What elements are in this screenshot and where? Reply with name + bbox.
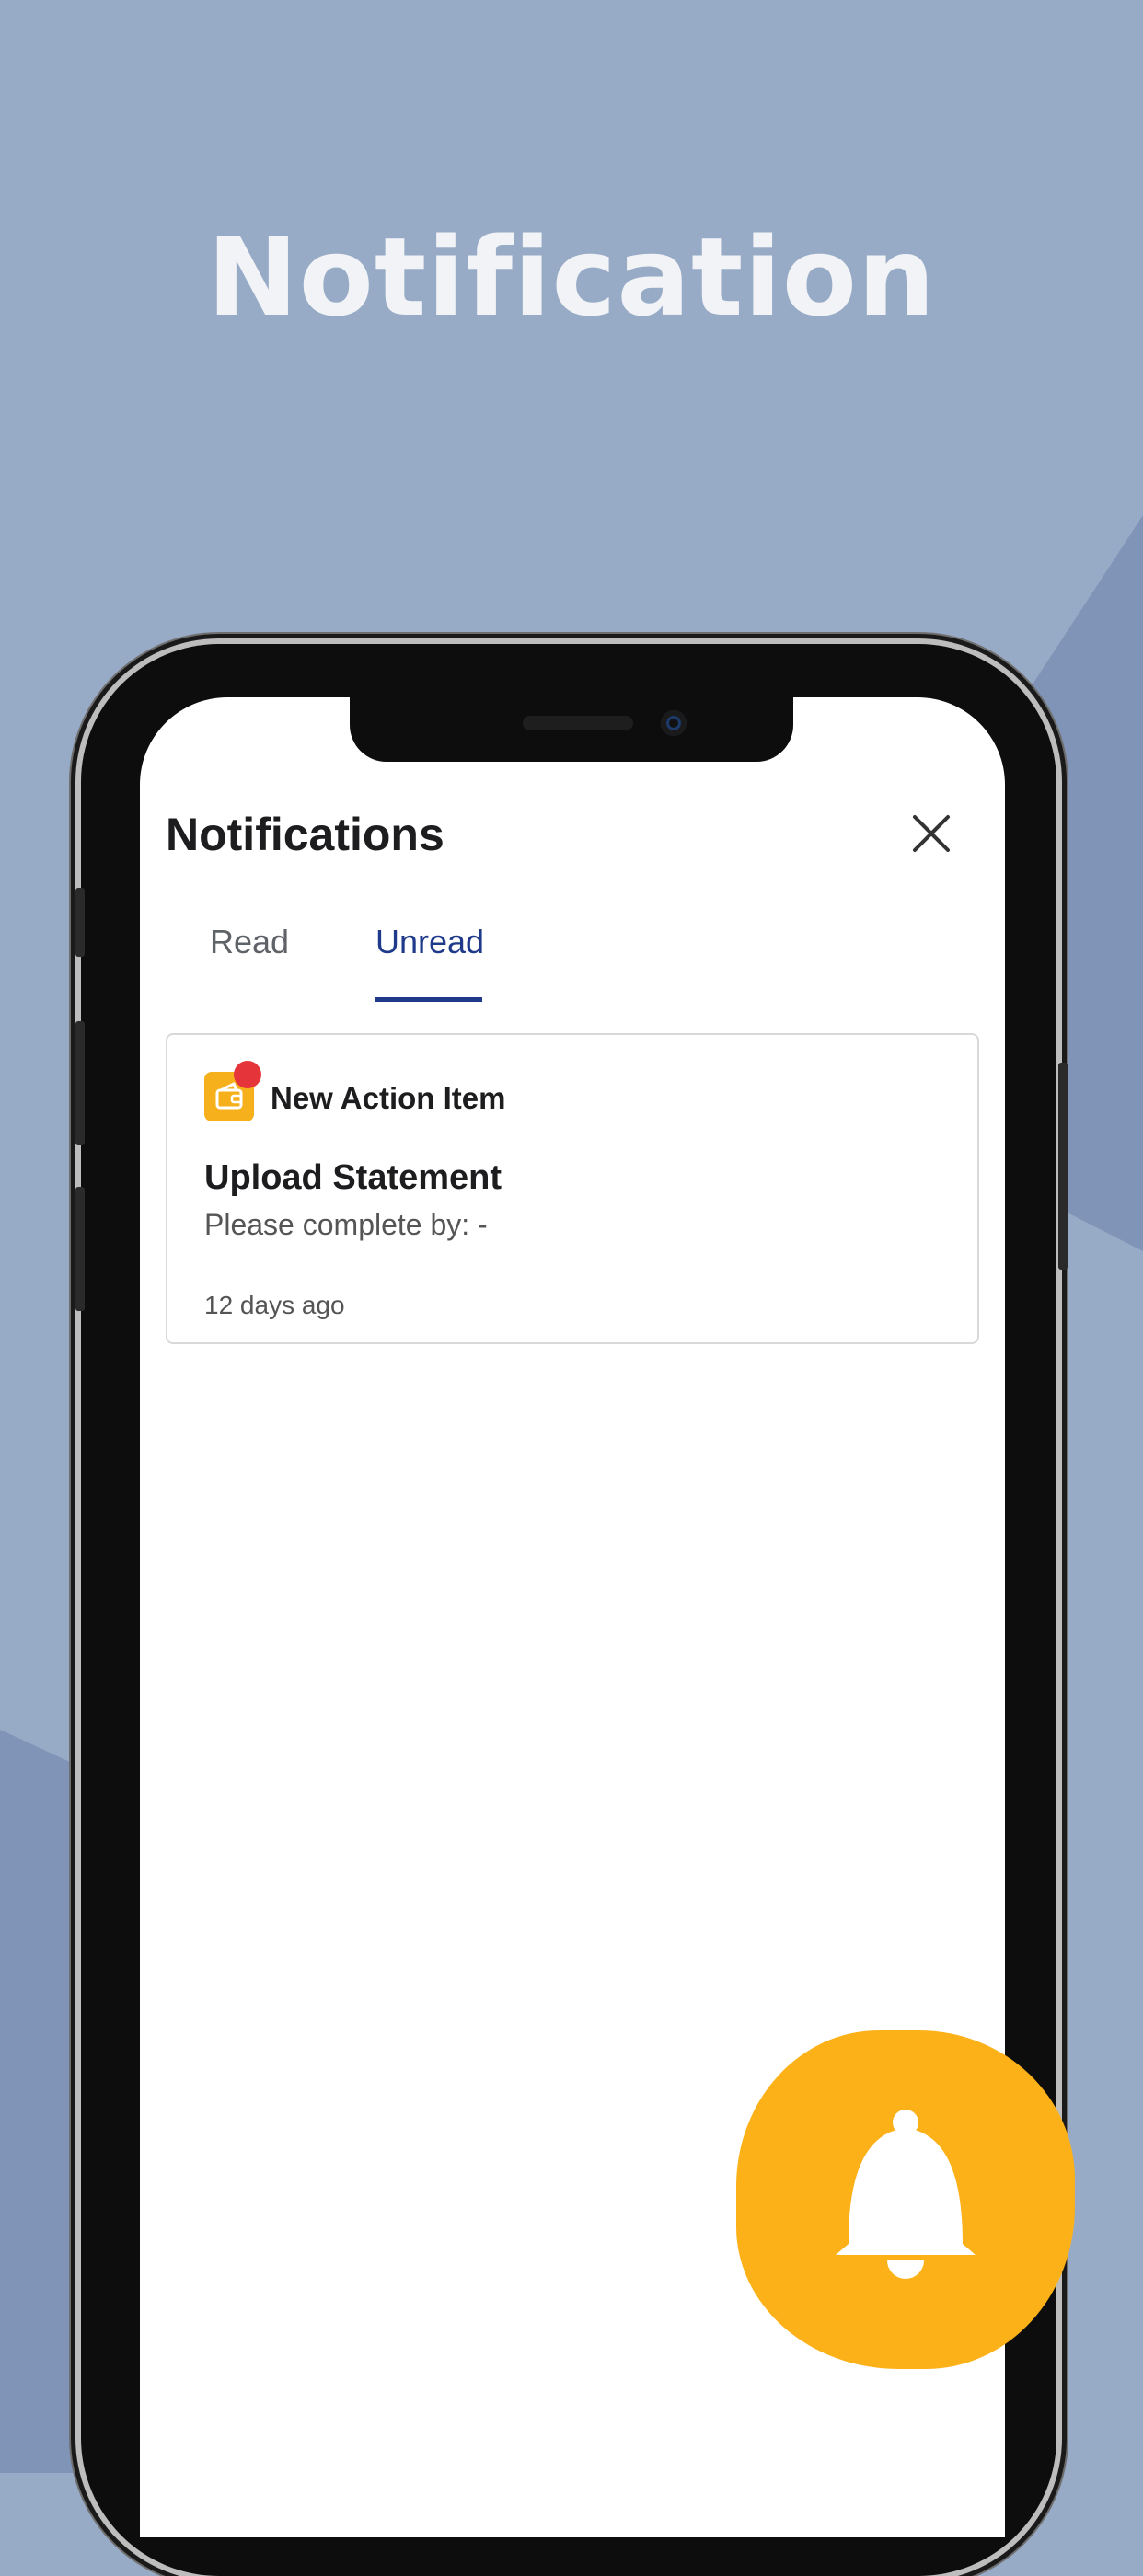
unread-badge [234,1061,261,1088]
speaker-grille [523,716,633,730]
phone-side-button [75,888,85,957]
phone-power-button [1058,1063,1068,1270]
notification-card[interactable]: New Action Item Upload Statement Please … [166,1033,979,1344]
notification-bell-button[interactable] [736,2030,1075,2369]
phone-volume-up-button [75,1021,85,1145]
tab-unread[interactable]: Unread [375,923,484,961]
close-icon [913,815,950,852]
tab-read[interactable]: Read [210,923,289,961]
bell-icon [836,2110,976,2279]
tab-selected-indicator [375,997,482,1002]
notification-timestamp: 12 days ago [204,1291,345,1319]
notification-title: Upload Statement [204,1158,502,1197]
front-camera [661,710,687,736]
page-title: Notifications [166,809,444,860]
close-button[interactable] [904,806,959,861]
phone-notch [350,697,793,762]
promo-headline: Notification [207,213,936,340]
notification-subtitle: Please complete by: - [204,1208,488,1241]
notification-type: New Action Item [271,1081,506,1115]
phone-volume-down-button [75,1187,85,1311]
